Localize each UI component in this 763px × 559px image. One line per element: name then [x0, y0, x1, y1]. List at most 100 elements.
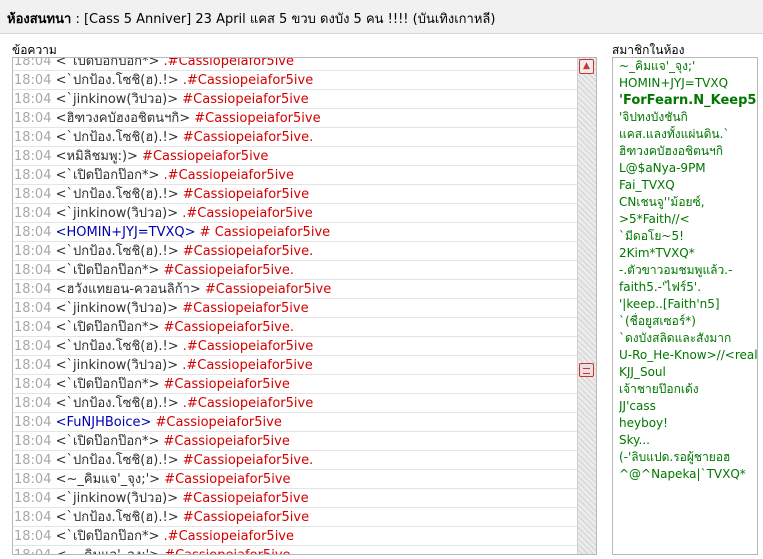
member-item[interactable]: '|keep..[Faith'n5]	[619, 296, 757, 313]
message-nickname[interactable]: <`jinkinow(วิปวอ)>	[56, 206, 179, 221]
member-item[interactable]: แคส.แลงทั้งแผ่นดิน.`	[619, 126, 757, 143]
message-nickname[interactable]: <`ปกป้อง.โซชิ(ฮ).!>	[56, 73, 179, 88]
member-item[interactable]: KJJ_Soul	[619, 364, 757, 381]
member-item[interactable]: >5*Faith//<	[619, 211, 757, 228]
message-text: .#Cassiopeiafor5ive	[159, 529, 294, 544]
message-nickname[interactable]: <`เปิดป๊อกป๊อก*>	[56, 377, 160, 392]
message-nickname[interactable]: <`jinkinow(วิปวอ)>	[56, 358, 179, 373]
message-text: .#Cassiopeiafor5ive	[178, 396, 314, 411]
message-text: #Cassiopeiafor5ive	[160, 548, 290, 554]
member-item[interactable]: `(ชื่อยูสเซอร์*)	[619, 313, 757, 330]
chat-message: 18:04 <`เปิดป๊อกป๊อก*> #Cassiopeiafor5iv…	[13, 318, 579, 337]
message-time: 18:04	[14, 206, 52, 221]
chat-message: 18:04 <`ปกป้อง.โซชิ(ฮ).!> .#Cassiopeiafo…	[13, 394, 579, 413]
message-nickname[interactable]: <`ปกป้อง.โซชิ(ฮ).!>	[56, 130, 179, 145]
member-item[interactable]: Fai_TVXQ	[619, 177, 757, 194]
member-item[interactable]: heyboy!	[619, 415, 757, 432]
message-text: #Cassiopeiafor5ive	[178, 491, 309, 506]
message-nickname[interactable]: <`เปิดป๊อกป๊อก*>	[56, 168, 160, 183]
message-nickname[interactable]: <`ปกป้อง.โซชิ(ฮ).!>	[56, 187, 179, 202]
message-time: 18:04	[14, 187, 52, 202]
message-time: 18:04	[14, 149, 52, 164]
message-nickname[interactable]: <`เปิดป๊อกป๊อก*>	[56, 434, 160, 449]
message-nickname[interactable]: <`เปิดป๊อกป๊อก*>	[56, 58, 160, 69]
message-nickname[interactable]: <ฮวังแทยอน-ควอนลิก้า>	[56, 282, 201, 297]
message-nickname[interactable]: <`ปกป้อง.โซชิ(ฮ).!>	[56, 244, 179, 259]
member-item[interactable]: L@$aNya-9PM	[619, 160, 757, 177]
chat-message: 18:04 <`jinkinow(วิปวอ)> .#Cassiopeiafor…	[13, 204, 579, 223]
message-text: # Cassiopeiafor5ive	[195, 225, 331, 240]
message-text: #Cassiopeiafor5ive.	[159, 320, 294, 335]
chat-message: 18:04 <FuNJHBoice> #Cassiopeiafor5ive	[13, 413, 579, 432]
message-time: 18:04	[14, 453, 52, 468]
message-time: 18:04	[14, 320, 52, 335]
member-item[interactable]: U-Ro_He-Know>//<real	[619, 347, 757, 364]
member-item[interactable]: ^@^Napeka|`TVXQ*	[619, 466, 757, 483]
message-nickname[interactable]: <`jinkinow(วิปวอ)>	[56, 491, 179, 506]
member-item[interactable]: ~_คิมแจ'_จุง;'	[619, 58, 757, 75]
message-nickname[interactable]: <`ปกป้อง.โซชิ(ฮ).!>	[56, 339, 179, 354]
scroll-up-icon[interactable]: ▲	[579, 59, 594, 74]
message-time: 18:04	[14, 358, 52, 373]
member-item[interactable]: -.ตัวขาวอมชมพูแล้ว.-	[619, 262, 757, 279]
message-nickname[interactable]: <ฮิฑวงคบัฮงอชิตนฯกิ>	[56, 111, 191, 126]
message-text: #Cassiopeiafor5ive	[178, 92, 309, 107]
message-time: 18:04	[14, 73, 52, 88]
chat-message: 18:04 <~_คิมแจ'_จุง;'> #Cassiopeiafor5iv…	[13, 546, 579, 554]
chat-message: 18:04 <ฮวังแทยอน-ควอนลิก้า> #Cassiopeiaf…	[13, 280, 579, 299]
member-item[interactable]: ฮิฑวงคบัฮงอชิตนฯกิ	[619, 143, 757, 160]
member-item[interactable]: 2Kim*TVXQ*	[619, 245, 757, 262]
member-item[interactable]: JJ'cass	[619, 398, 757, 415]
message-nickname[interactable]: <`เปิดป๊อกป๊อก*>	[56, 320, 160, 335]
message-text: #Cassiopeiafor5ive	[137, 149, 269, 164]
chat-scrollbar[interactable]: ▲	[577, 58, 596, 554]
chat-message: 18:04 <`jinkinow(วิปวอ)> #Cassiopeiafor5…	[13, 299, 579, 318]
chat-message: 18:04 <`jinkinow(วิปวอ)> .#Cassiopeiafor…	[13, 356, 579, 375]
message-nickname[interactable]: <`เปิดป๊อกป๊อก*>	[56, 529, 160, 544]
chat-message: 18:04 <`jinkinow(วิปวอ)> #Cassiopeiafor5…	[13, 90, 579, 109]
member-item[interactable]: 'ForFearn.N_Keep5	[619, 92, 757, 109]
member-item[interactable]: เจ้าชายป๊อกเด้ง	[619, 381, 757, 398]
chat-message: 18:04 <HOMIN+JYJ=TVXQ> # Cassiopeiafor5i…	[13, 223, 579, 242]
chat-messages-panel[interactable]: 18:04 <`เปิดป๊อกป๊อก*> .#Cassiopeiafor5i…	[12, 57, 597, 555]
message-nickname[interactable]: <HOMIN+JYJ=TVXQ>	[56, 225, 196, 240]
chat-message: 18:04 <`เปิดป๊อกป๊อก*> .#Cassiopeiafor5i…	[13, 166, 579, 185]
message-nickname[interactable]: <~_คิมแจ'_จุง;'>	[56, 472, 160, 487]
member-item[interactable]: Sky...	[619, 432, 757, 449]
member-item[interactable]: `ดงบังสลิดและสังมาก	[619, 330, 757, 347]
message-text: #Cassiopeiafor5ive	[178, 301, 309, 316]
room-title-separator: :	[71, 12, 84, 27]
chat-message: 18:04 <`เปิดป๊อกป๊อก*> #Cassiopeiafor5iv…	[13, 432, 579, 451]
message-text: #Cassiopeiafor5ive	[151, 415, 282, 430]
message-text: #Cassiopeiafor5ive.	[178, 244, 314, 259]
chat-message: 18:04 <`ปกป้อง.โซชิ(ฮ).!> #Cassiopeiafor…	[13, 451, 579, 470]
chat-message: 18:04 <`เปิดป๊อกป๊อก*> .#Cassiopeiafor5i…	[13, 527, 579, 546]
chat-message: 18:04 <`ปกป้อง.โซชิ(ฮ).!> #Cassiopeiafor…	[13, 128, 579, 147]
member-item[interactable]: (-'ลิบแปด.รอผู้ชายอฮ	[619, 449, 757, 466]
message-text: #Cassiopeiafor5ive	[159, 377, 290, 392]
message-nickname[interactable]: <~_คิมแจ'_จุง;'>	[56, 548, 160, 554]
member-item[interactable]: HOMIN+JYJ=TVXQ	[619, 75, 757, 92]
message-text: #Cassiopeiafor5ive	[200, 282, 332, 297]
message-nickname[interactable]: <`เปิดป๊อกป๊อก*>	[56, 263, 160, 278]
room-label: ห้องสนทนา	[7, 12, 72, 27]
message-nickname[interactable]: <`ปกป้อง.โซชิ(ฮ).!>	[56, 396, 179, 411]
message-nickname[interactable]: <`jinkinow(วิปวอ)>	[56, 92, 179, 107]
member-item[interactable]: CNเชนจู''ม้อยซ์,	[619, 194, 757, 211]
message-text: .#Cassiopeiafor5ive	[178, 358, 313, 373]
message-time: 18:04	[14, 510, 52, 525]
chat-message: 18:04 <`ปกป้อง.โซชิ(ฮ).!> .#Cassiopeiafo…	[13, 71, 579, 90]
member-item[interactable]: faith5.-'ไฟร์5'.	[619, 279, 757, 296]
message-nickname[interactable]: <หมิลิชมพู:)>	[56, 149, 138, 164]
message-time: 18:04	[14, 130, 52, 145]
chat-message: 18:04 <ฮิฑวงคบัฮงอชิตนฯกิ> #Cassiopeiafo…	[13, 109, 579, 128]
member-item[interactable]: `มีดอโย~5!	[619, 228, 757, 245]
message-nickname[interactable]: <`ปกป้อง.โซชิ(ฮ).!>	[56, 453, 179, 468]
scroll-thumb[interactable]	[579, 363, 594, 377]
member-list-panel[interactable]: ~_คิมแจ'_จุง;' HOMIN+JYJ=TVXQ 'ForFearn.N_…	[612, 57, 758, 555]
message-nickname[interactable]: <`ปกป้อง.โซชิ(ฮ).!>	[56, 510, 179, 525]
member-item[interactable]: 'จิปทงบังชันกิ	[619, 109, 757, 126]
message-nickname[interactable]: <FuNJHBoice>	[56, 415, 152, 430]
message-time: 18:04	[14, 472, 52, 487]
message-nickname[interactable]: <`jinkinow(วิปวอ)>	[56, 301, 179, 316]
